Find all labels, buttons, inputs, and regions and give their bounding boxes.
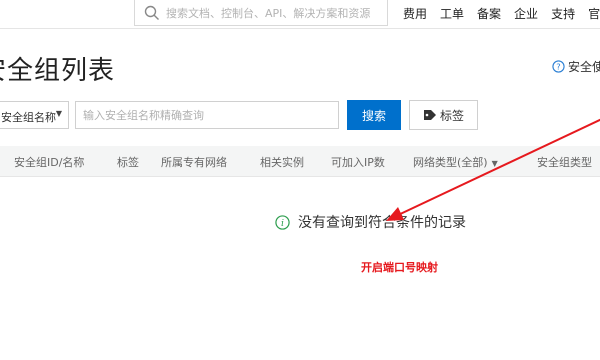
annotation-arrow: [386, 118, 600, 221]
annotation-label: 开启端口号映射: [361, 261, 438, 274]
